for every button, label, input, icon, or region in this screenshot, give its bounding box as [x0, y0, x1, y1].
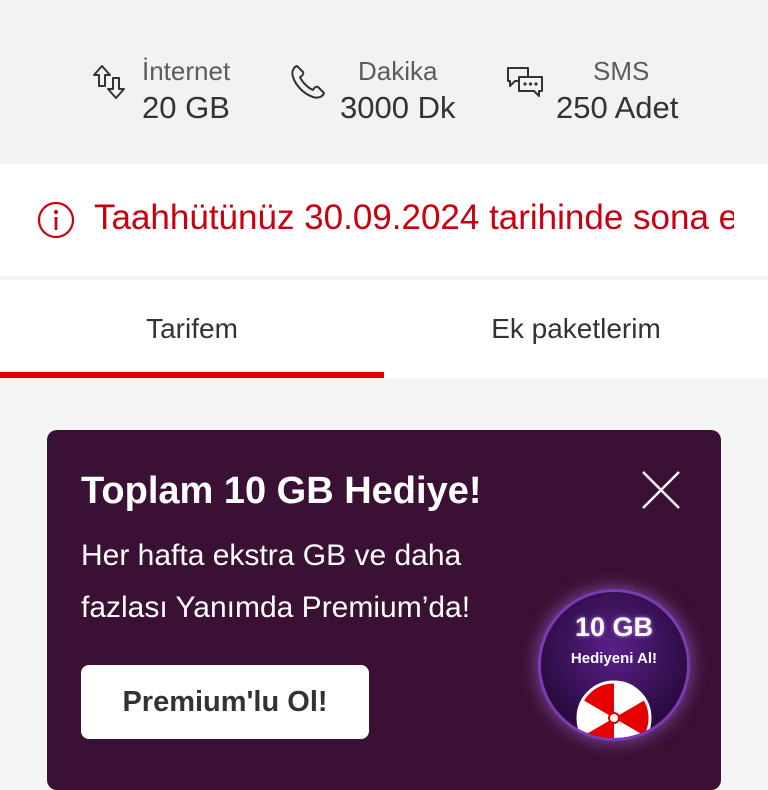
commitment-message: Taahhütünüz 30.09.2024 tarihinde sona e: [94, 198, 734, 237]
tab-bar: Tarifem Ek paketlerim: [0, 280, 768, 378]
promo-title: Toplam 10 GB Hediye!: [81, 470, 482, 512]
sms-value: 250 Adet: [556, 90, 679, 125]
commitment-banner[interactable]: Taahhütünüz 30.09.2024 tarihinde sona e: [0, 164, 768, 276]
phone-icon: [291, 65, 325, 99]
promo-description: Her hafta ekstra GB ve daha fazlası Yanı…: [81, 539, 471, 624]
badge-caption: Hediyeni Al!: [570, 650, 658, 667]
usage-summary: İnternet 20 GB Dakika 3000 Dk SMS 250 Ad…: [0, 0, 768, 163]
minutes-label: Dakika: [358, 56, 438, 86]
tab-tarifem[interactable]: Tarifem: [0, 280, 384, 378]
close-icon[interactable]: [637, 466, 685, 514]
sms-label: SMS: [593, 56, 650, 86]
premium-promo-card: Toplam 10 GB Hediye! Her hafta ekstra GB…: [47, 430, 721, 790]
tab-ek-paketlerim[interactable]: Ek paketlerim: [384, 280, 768, 378]
internet-label: İnternet: [142, 56, 231, 86]
data-transfer-icon: [93, 65, 125, 99]
prize-wheel-icon: [576, 680, 652, 738]
gift-badge[interactable]: 10 GB Hediyeni Al!: [541, 592, 687, 738]
internet-value: 20 GB: [142, 90, 230, 125]
premium-cta-button[interactable]: Premium'lu Ol!: [81, 665, 369, 739]
chat-bubbles-icon: [507, 67, 543, 97]
info-icon: [37, 201, 75, 239]
badge-amount: 10 GB: [574, 612, 654, 642]
minutes-value: 3000 Dk: [340, 90, 456, 125]
active-tab-indicator: [0, 372, 384, 378]
